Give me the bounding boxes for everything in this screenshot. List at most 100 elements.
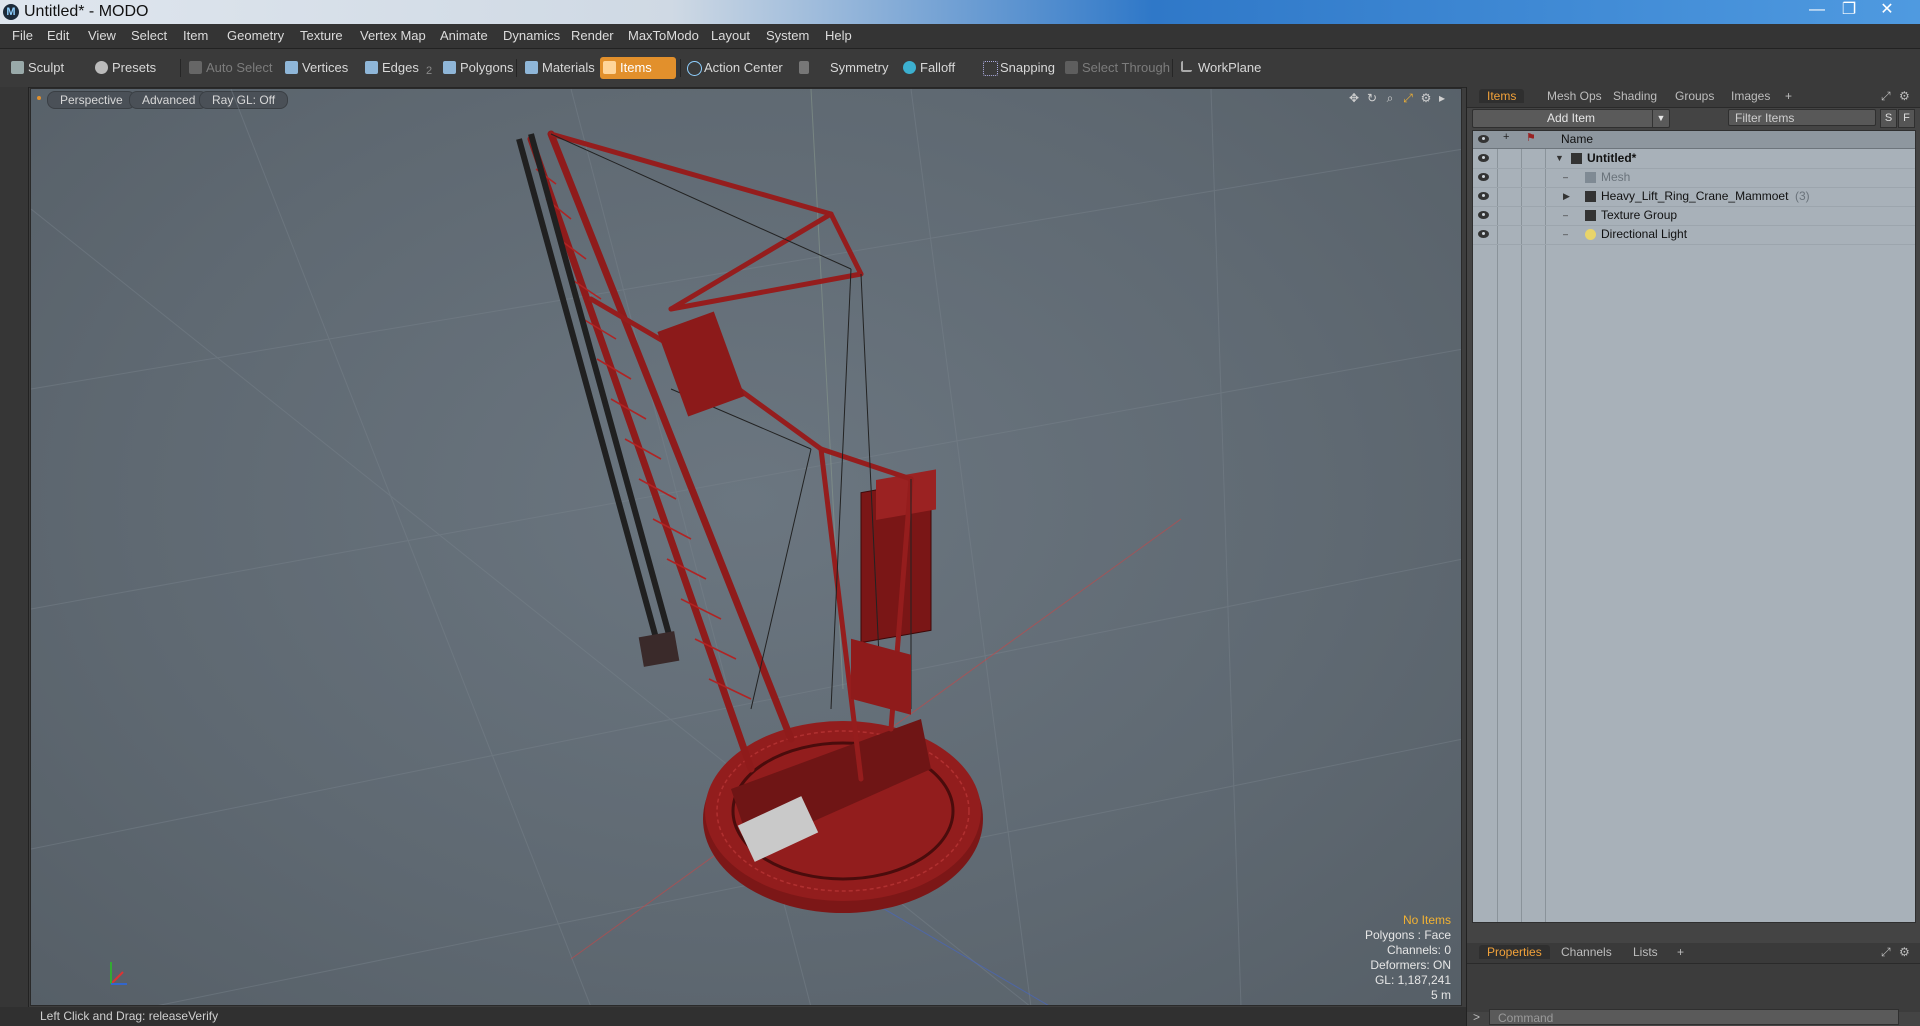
items-panel-tabs: Items Mesh Ops Shading Groups Images + ⤢… — [1467, 87, 1920, 108]
tree-branch: – — [1563, 229, 1569, 239]
tab-groups[interactable]: Groups — [1675, 89, 1714, 103]
menu-maxtomodo[interactable]: MaxToModo — [628, 28, 699, 43]
presets-icon — [95, 61, 108, 74]
scene-render — [31, 89, 1461, 1005]
light-icon — [1585, 229, 1596, 240]
render-column-icon[interactable]: ⚑ — [1526, 131, 1536, 144]
mesh-icon — [1585, 172, 1596, 183]
tab-shading[interactable]: Shading — [1613, 89, 1657, 103]
tab-items[interactable]: Items — [1479, 89, 1525, 103]
tab-properties[interactable]: Properties — [1479, 945, 1550, 959]
menu-vertex-map[interactable]: Vertex Map — [360, 28, 426, 43]
expand-arrow-icon[interactable]: ▶ — [1563, 187, 1570, 206]
info-deformers: Deformers: ON — [1370, 958, 1451, 972]
filter-f-button[interactable]: F — [1898, 109, 1915, 128]
main-toolbar: Sculpt Presets Auto Select Vertices Edge… — [0, 49, 1920, 88]
properties-body — [1467, 964, 1920, 1012]
column-divider — [1497, 131, 1498, 922]
items-toolbar: Add Item ▼ Filter Items S F — [1472, 107, 1916, 128]
items-button[interactable]: Items — [600, 57, 676, 79]
menu-dynamics[interactable]: Dynamics — [503, 28, 560, 43]
panel-maximize-icon[interactable]: ⤢ — [1881, 945, 1891, 960]
menu-bar: File Edit View Select Item Geometry Text… — [0, 24, 1920, 49]
left-tool-strip[interactable] — [0, 87, 29, 1007]
filter-items-input[interactable]: Filter Items — [1728, 109, 1876, 126]
group-locator-icon — [1585, 191, 1596, 202]
scene-icon — [1571, 153, 1582, 164]
add-item-button[interactable]: Add Item ▼ — [1472, 109, 1670, 128]
tab-images[interactable]: Images — [1731, 89, 1770, 103]
separator — [680, 59, 681, 77]
tree-row-directional-light[interactable]: – Directional Light — [1473, 225, 1915, 245]
tree-row-crane[interactable]: ▶ Heavy_Lift_Ring_Crane_Mammoet (3) — [1473, 187, 1915, 207]
close-button[interactable]: ✕ — [1872, 0, 1902, 20]
lock-column-icon[interactable]: + — [1503, 131, 1509, 143]
tree-row-untitled[interactable]: ▼ Untitled* — [1473, 149, 1915, 169]
panel-settings-icon[interactable]: ⚙ — [1899, 89, 1910, 103]
eye-icon[interactable] — [1478, 192, 1489, 200]
edges-count: 2 — [426, 65, 433, 77]
item-tree: + ⚑ Name ▼ Untitled* – Mesh ▶ Heavy_Lift… — [1472, 130, 1916, 923]
visibility-column-icon[interactable] — [1478, 135, 1489, 143]
vertices-button[interactable]: Vertices — [282, 57, 352, 79]
menu-animate[interactable]: Animate — [440, 28, 488, 43]
menu-texture[interactable]: Texture — [300, 28, 343, 43]
command-input[interactable]: Command — [1489, 1009, 1899, 1025]
add-tab-button[interactable]: + — [1785, 89, 1792, 103]
brush-icon — [11, 61, 24, 74]
eye-icon[interactable] — [1478, 230, 1489, 238]
tree-branch: – — [1563, 172, 1569, 182]
crosshair-icon — [687, 61, 702, 76]
expand-arrow-icon[interactable]: ▼ — [1555, 149, 1564, 168]
menu-edit[interactable]: Edit — [47, 28, 69, 43]
filter-s-button[interactable]: S — [1880, 109, 1897, 128]
menu-help[interactable]: Help — [825, 28, 852, 43]
sculpt-button[interactable]: Sculpt — [8, 57, 86, 79]
menu-system[interactable]: System — [766, 28, 809, 43]
tab-mesh-ops[interactable]: Mesh Ops — [1547, 89, 1602, 103]
symmetry-button[interactable]: Symmetry — [796, 57, 889, 79]
panel-maximize-icon[interactable]: ⤢ — [1881, 89, 1891, 104]
snapping-button[interactable]: Snapping — [980, 57, 1062, 79]
eye-icon[interactable] — [1478, 211, 1489, 219]
separator — [516, 59, 517, 77]
chevron-down-icon[interactable]: ▼ — [1652, 110, 1669, 127]
presets-button[interactable]: Presets — [92, 57, 172, 79]
menu-select[interactable]: Select — [131, 28, 167, 43]
column-divider — [1521, 131, 1522, 922]
tab-channels[interactable]: Channels — [1561, 945, 1612, 959]
add-tab-button[interactable]: + — [1677, 945, 1684, 959]
tree-row-mesh[interactable]: – Mesh — [1473, 168, 1915, 188]
3d-viewport[interactable]: Perspective Advanced Ray GL: Off ✥ ↻ ⌕ ⤢… — [30, 88, 1462, 1006]
workplane-button[interactable]: WorkPlane — [1178, 57, 1264, 79]
separator — [1172, 59, 1173, 77]
modo-icon: M — [3, 4, 19, 20]
falloff-button[interactable]: Falloff — [900, 57, 970, 79]
menu-item[interactable]: Item — [183, 28, 208, 43]
materials-button[interactable]: Materials — [522, 57, 595, 79]
column-name: Name — [1561, 132, 1594, 146]
title-bar: M Untitled* - MODO — ❐ ✕ — [0, 0, 1920, 24]
minimize-button[interactable]: — — [1802, 0, 1832, 20]
select-through-button[interactable]: Select Through — [1062, 57, 1170, 79]
menu-file[interactable]: File — [12, 28, 33, 43]
eye-icon[interactable] — [1478, 154, 1489, 162]
menu-view[interactable]: View — [88, 28, 116, 43]
separator — [180, 59, 181, 77]
action-center-button[interactable]: Action Center — [684, 57, 784, 79]
column-divider — [1545, 131, 1546, 922]
menu-render[interactable]: Render — [571, 28, 614, 43]
tree-row-texture-group[interactable]: – Texture Group — [1473, 206, 1915, 226]
status-bar: Left Click and Drag: releaseVerify — [0, 1007, 1468, 1026]
menu-geometry[interactable]: Geometry — [227, 28, 284, 43]
tab-lists[interactable]: Lists — [1633, 945, 1658, 959]
polygons-button[interactable]: Polygons — [440, 57, 513, 79]
edges-button[interactable]: Edges — [362, 57, 419, 79]
panel-settings-icon[interactable]: ⚙ — [1899, 945, 1910, 959]
tree-header: + ⚑ Name — [1473, 131, 1915, 149]
eye-icon[interactable] — [1478, 173, 1489, 181]
menu-layout[interactable]: Layout — [711, 28, 750, 43]
maximize-button[interactable]: ❐ — [1834, 0, 1864, 20]
window-title: Untitled* - MODO — [24, 3, 149, 20]
auto-select-button[interactable]: Auto Select — [186, 57, 276, 79]
